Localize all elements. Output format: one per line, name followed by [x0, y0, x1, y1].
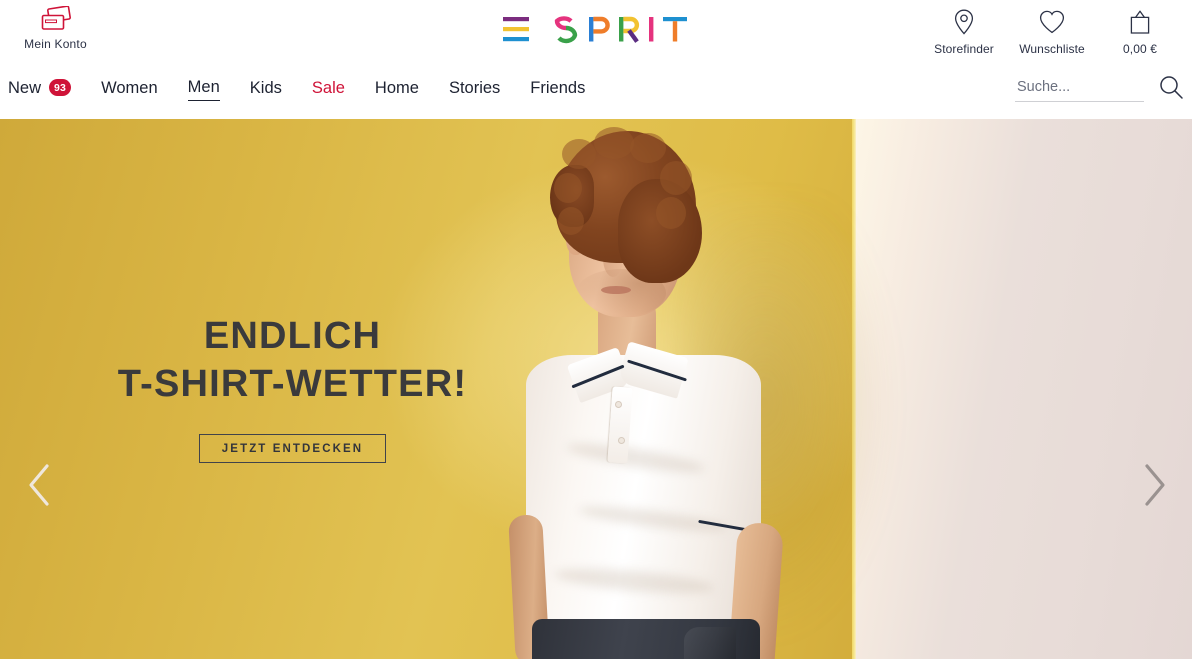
nav-label: Sale — [311, 78, 345, 97]
hero-content: ENDLICH T-SHIRT-WETTER! JETZT ENTDECKEN — [0, 119, 585, 659]
wishlist-link[interactable]: Wunschliste — [1008, 8, 1096, 56]
hero-carousel: ENDLICH T-SHIRT-WETTER! JETZT ENTDECKEN — [0, 119, 1192, 659]
search-icon — [1160, 76, 1183, 99]
shopping-bag-icon — [1130, 10, 1150, 34]
hero-background-right — [856, 119, 1192, 659]
nav-item-women[interactable]: Women — [101, 77, 158, 101]
search-submit-button[interactable] — [1158, 74, 1184, 100]
nav-label: Home — [374, 78, 419, 97]
nav-item-stories[interactable]: Stories — [449, 77, 500, 101]
nav-item-men[interactable]: Men — [187, 76, 220, 101]
cart-link[interactable]: 0,00 € — [1096, 8, 1184, 56]
storefinder-link[interactable]: Storefinder — [920, 8, 1008, 56]
header-utilities: Storefinder Wunschliste 0,00 € — [920, 8, 1184, 56]
search-input[interactable] — [1015, 76, 1144, 102]
nav-label: Kids — [249, 78, 282, 97]
nav-label: New — [8, 78, 42, 97]
nav-item-friends[interactable]: Friends — [530, 77, 585, 101]
nav-item-new[interactable]: New 93 — [8, 77, 72, 101]
new-count-badge: 93 — [49, 79, 72, 96]
chevron-left-icon — [29, 464, 49, 506]
nav-label: Friends — [530, 78, 586, 97]
account-link[interactable]: Mein Konto — [8, 6, 103, 51]
hero-cta-button[interactable]: JETZT ENTDECKEN — [198, 433, 387, 463]
search-area — [1015, 74, 1184, 102]
hero-title-line-2: T-SHIRT-WETTER! — [117, 362, 468, 405]
chevron-right-icon — [1145, 464, 1165, 506]
location-pin-icon — [954, 9, 974, 35]
cart-total-label: 0,00 € — [1123, 42, 1157, 56]
nav-item-home[interactable]: Home — [375, 77, 419, 101]
heart-icon — [1039, 10, 1065, 34]
nav-label: Stories — [448, 78, 501, 97]
carousel-prev-button[interactable] — [16, 460, 64, 510]
nav-item-sale[interactable]: Sale — [312, 77, 345, 101]
esprit-logo[interactable] — [501, 13, 691, 46]
hero-title: ENDLICH T-SHIRT-WETTER! — [118, 312, 467, 408]
account-cards-icon — [41, 6, 71, 30]
hero-title-line-1: ENDLICH — [203, 314, 382, 357]
nav-label: Women — [101, 78, 158, 97]
account-label: Mein Konto — [24, 37, 87, 51]
main-navigation: New 93 Women Men Kids Sale Home Stories … — [8, 76, 615, 101]
nav-label: Men — [187, 78, 220, 96]
storefinder-label: Storefinder — [934, 42, 994, 56]
site-header: Mein Konto Storefinder Wunschliste 0,00 … — [0, 0, 1192, 119]
wishlist-label: Wunschliste — [1019, 42, 1085, 56]
nav-item-kids[interactable]: Kids — [250, 77, 282, 101]
carousel-next-button[interactable] — [1130, 460, 1178, 510]
